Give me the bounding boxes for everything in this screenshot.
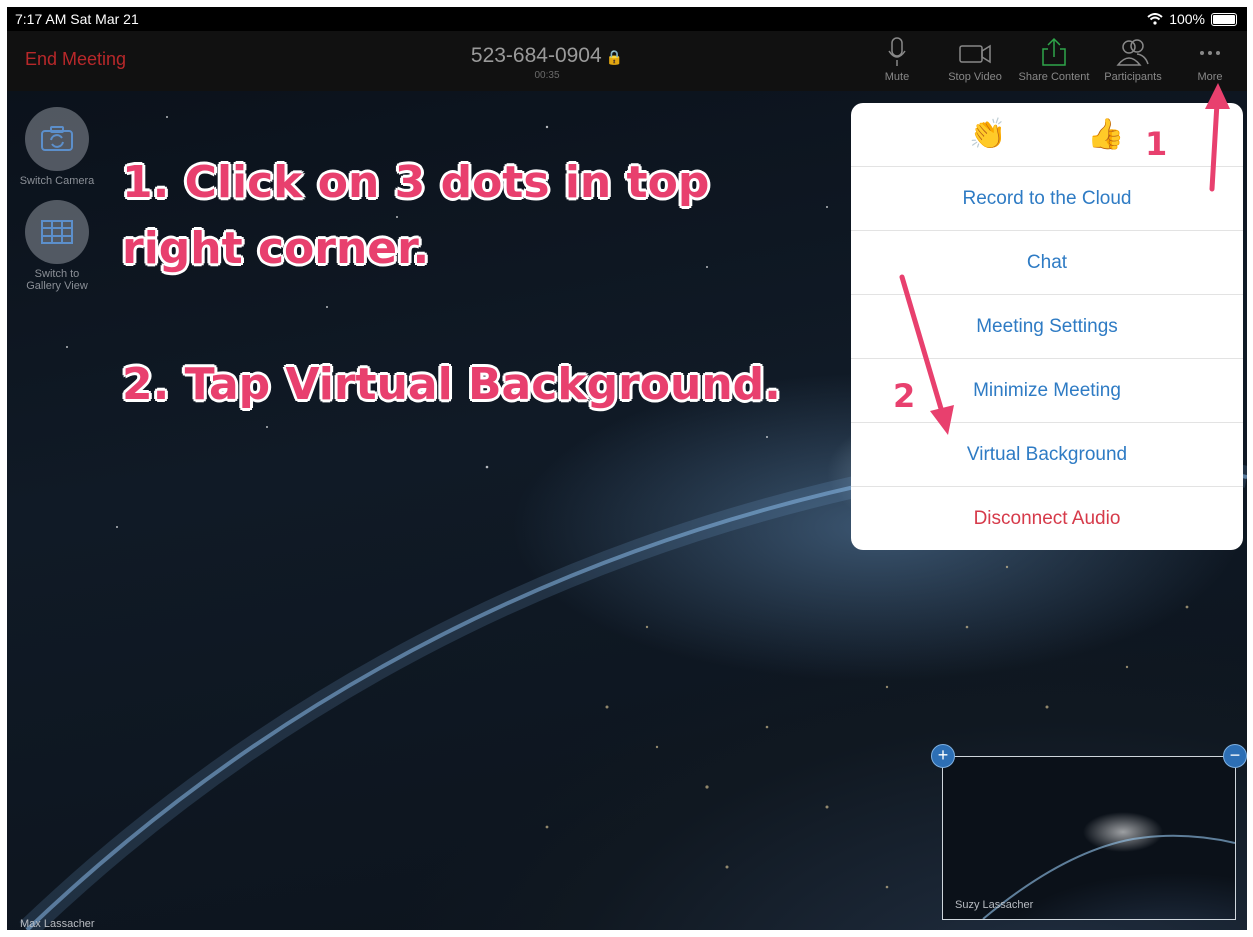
wifi-icon [1147, 13, 1163, 25]
battery-icon [1211, 12, 1237, 26]
meeting-id: 523-684-0904 [470, 44, 602, 67]
annotation-marker-2: 2 [893, 377, 916, 415]
more-dots-icon [1200, 51, 1220, 55]
reactions-row: 👏 👍 [851, 103, 1243, 167]
thumbs-up-reaction[interactable]: 👍 [1087, 117, 1124, 152]
participants-button[interactable]: Participants [1101, 37, 1165, 83]
participants-icon [1116, 39, 1149, 66]
switch-camera-button[interactable]: Switch Camera [7, 107, 107, 187]
thumbnail-collapse-button[interactable]: − [1223, 744, 1247, 768]
gallery-view-label-line1: Switch to [34, 268, 80, 280]
menu-item-record-cloud[interactable]: Record to the Cloud [851, 167, 1243, 231]
self-view-thumbnail[interactable]: Suzy Lassacher [942, 756, 1236, 920]
share-content-button[interactable]: Share Content [1015, 37, 1093, 83]
instruction-step1: 1. Click on 3 dots in top right corner. [122, 157, 710, 274]
menu-item-disconnect-audio[interactable]: Disconnect Audio [851, 487, 1243, 550]
switch-camera-icon [41, 126, 73, 151]
meeting-screen: 7:17 AM Sat Mar 21 100% End Meeting 523-… [7, 7, 1247, 930]
clap-reaction[interactable]: 👏 [969, 117, 1006, 152]
switch-camera-label: Switch Camera [19, 175, 95, 187]
more-label: More [1197, 71, 1223, 83]
annotation-marker-1: 1 [1145, 125, 1168, 163]
thumbnail-participant-name: Suzy Lassacher [955, 899, 1034, 911]
participants-label: Participants [1104, 71, 1162, 83]
stop-video-button[interactable]: Stop Video [945, 37, 1005, 83]
meeting-info: 523-684-0904 🔒 00:35 [447, 44, 647, 81]
share-icon [1042, 37, 1066, 66]
lock-icon: 🔒 [605, 49, 624, 65]
switch-camera-circle [25, 107, 89, 171]
gallery-view-button[interactable]: Switch to Gallery View [7, 200, 107, 292]
mute-label: Mute [884, 71, 910, 83]
meeting-toolbar: End Meeting 523-684-0904 🔒 00:35 Mute Sto… [7, 31, 1247, 91]
battery-percent: 100% [1169, 11, 1205, 27]
menu-item-meeting-settings[interactable]: Meeting Settings [851, 295, 1243, 359]
main-participant-name: Max Lassacher [20, 918, 95, 930]
instruction-step2: 2. Tap Virtual Background. [122, 359, 781, 410]
gallery-view-circle [25, 200, 89, 264]
more-button[interactable]: More [1193, 37, 1227, 83]
stop-video-label: Stop Video [948, 71, 1002, 83]
mute-button[interactable]: Mute [877, 37, 917, 83]
grid-icon [41, 220, 73, 244]
status-bar: 7:17 AM Sat Mar 21 100% [7, 7, 1247, 31]
status-indicators: 100% [1147, 11, 1237, 27]
microphone-icon [888, 37, 906, 66]
gallery-view-label-line2: Gallery View [26, 280, 88, 292]
more-menu: 👏 👍 Record to the Cloud Chat Meeting Set… [851, 103, 1243, 550]
meeting-timer: 00:35 [534, 70, 560, 81]
menu-item-chat[interactable]: Chat [851, 231, 1243, 295]
video-camera-icon [959, 44, 991, 64]
status-time: 7:17 AM Sat Mar 21 [15, 11, 139, 27]
share-content-label: Share Content [1018, 71, 1090, 83]
end-meeting-button[interactable]: End Meeting [25, 49, 126, 70]
menu-item-virtual-background[interactable]: Virtual Background [851, 423, 1243, 487]
thumbnail-expand-button[interactable]: + [931, 744, 955, 768]
thumbnail-earth [982, 834, 1235, 919]
